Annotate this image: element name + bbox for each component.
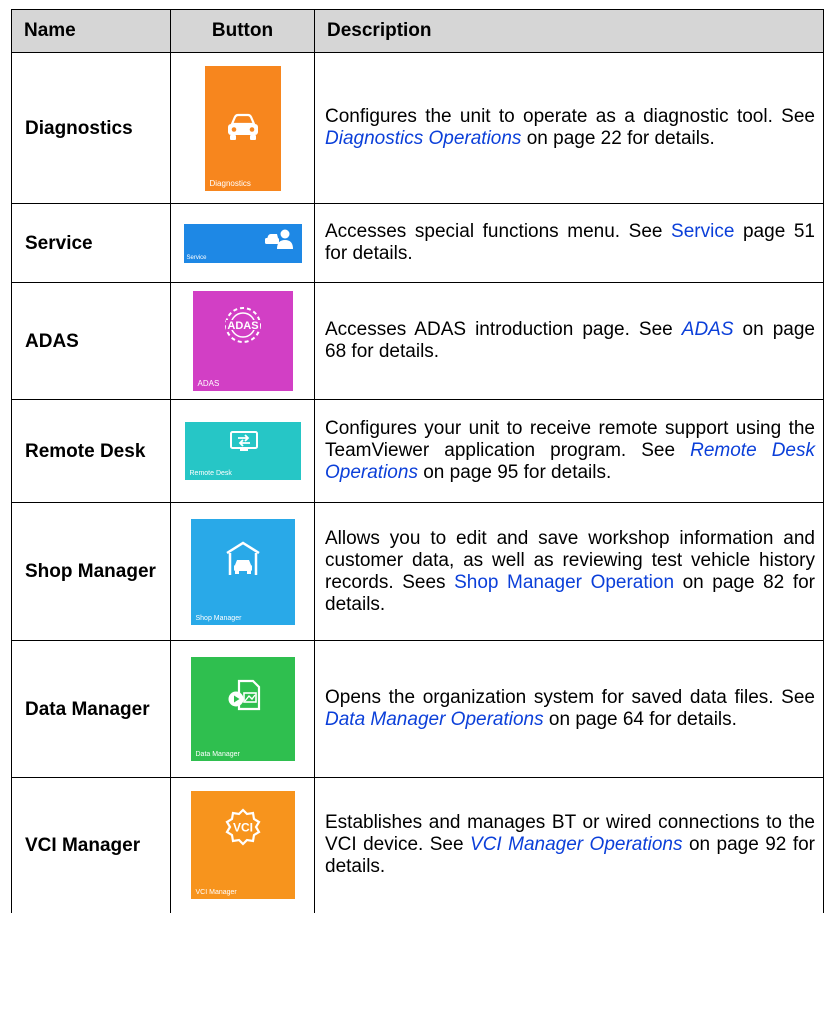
row-description: Accesses special functions menu. See Ser…	[314, 203, 824, 283]
header-name: Name	[11, 9, 171, 53]
shop-manager-tile[interactable]: Shop Manager	[190, 518, 295, 625]
adas-link[interactable]: ADAS	[682, 319, 734, 340]
row-description: Configures the unit to operate as a diag…	[314, 52, 824, 204]
table-row: Remote Desk Remote Desk Configures your …	[11, 399, 824, 503]
tile-label: Shop Manager	[195, 614, 242, 622]
tile-label: Diagnostics	[209, 178, 251, 188]
remote-desk-tile[interactable]: Remote Desk	[184, 422, 301, 480]
garage-icon	[225, 541, 260, 575]
adas-tile[interactable]: ADAS ADAS	[192, 291, 293, 391]
row-description: Establishes and manages BT or wired conn…	[314, 777, 824, 913]
car-front-icon	[227, 113, 258, 140]
service-technician-icon	[264, 229, 293, 249]
row-name: Shop Manager	[11, 502, 171, 641]
row-description: Accesses ADAS introduction page. See ADA…	[314, 282, 824, 400]
table-row: ADAS ADAS ADAS Accesses ADAS introductio…	[11, 282, 824, 400]
service-tile[interactable]: Service	[183, 223, 302, 263]
tile-label: VCI Manager	[195, 889, 237, 897]
vci-manager-tile[interactable]: VCI VCI Manager	[190, 791, 295, 900]
table-row: Shop Manager Shop Manager Allows you to …	[11, 502, 824, 641]
row-description: Allows you to edit and save workshop inf…	[314, 502, 824, 641]
table-row: VCI Manager VCI VCI Manager Establishes …	[11, 777, 824, 913]
remote-desk-icon	[229, 431, 258, 451]
header-button: Button	[170, 9, 315, 53]
diagnostics-operations-link[interactable]: Diagnostics Operations	[325, 128, 521, 149]
tile-label: ADAS	[197, 379, 220, 388]
row-name: VCI Manager	[11, 777, 171, 913]
vci-gear-icon: VCI	[224, 808, 261, 846]
data-files-icon	[228, 679, 260, 711]
table-row: Service Service Accesses special functio…	[11, 203, 824, 283]
diagnostics-tile[interactable]: Diagnostics	[204, 65, 281, 191]
shop-manager-operation-link[interactable]: Shop Manager Operation	[454, 572, 674, 593]
tile-label: Data Manager	[195, 751, 240, 758]
data-manager-tile[interactable]: Data Manager	[190, 657, 295, 761]
header-description: Description	[314, 9, 824, 53]
svg-text:VCI: VCI	[232, 821, 252, 835]
vci-manager-operations-link[interactable]: VCI Manager Operations	[470, 834, 683, 855]
row-description: Configures your unit to receive remote s…	[314, 399, 824, 503]
table-row: Diagnostics Diagnostics Configures the u…	[11, 52, 824, 204]
row-name: Remote Desk	[11, 399, 171, 503]
tile-label: Remote Desk	[189, 470, 232, 477]
service-link[interactable]: Service	[671, 221, 734, 242]
tile-label: Service	[186, 254, 207, 261]
function-buttons-table: Name Button Description Diagnostics Diag…	[11, 9, 824, 913]
row-name: ADAS	[11, 282, 171, 400]
table-header-row: Name Button Description	[11, 9, 824, 53]
adas-icon: ADAS	[224, 307, 261, 343]
svg-text:ADAS: ADAS	[227, 320, 258, 332]
row-name: Data Manager	[11, 640, 171, 778]
row-description: Opens the organization system for saved …	[314, 640, 824, 778]
row-name: Diagnostics	[11, 52, 171, 204]
table-row: Data Manager Data Manager Opens the orga…	[11, 640, 824, 778]
data-manager-operations-link[interactable]: Data Manager Operations	[325, 709, 544, 730]
row-name: Service	[11, 203, 171, 283]
